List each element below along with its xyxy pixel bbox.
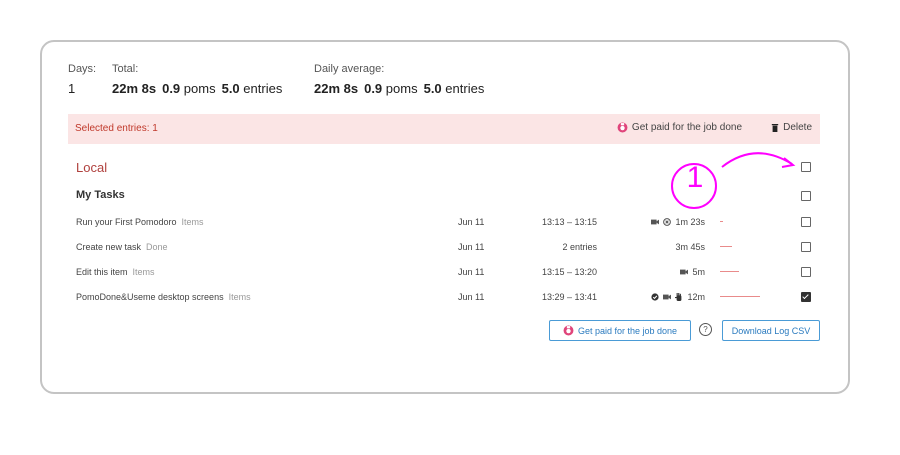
total-poms-unit: poms	[183, 81, 216, 96]
entry-time: 2 entries	[562, 242, 597, 252]
daily-entries-unit: entries	[445, 81, 485, 96]
entry-time: 13:29 – 13:41	[541, 292, 597, 302]
entry-duration: 5m	[692, 267, 705, 277]
progress-bar	[720, 296, 760, 297]
task-tag: Items	[228, 292, 251, 302]
total-label: Total:	[112, 63, 139, 75]
row-checkbox[interactable]	[801, 292, 811, 302]
annotation-number: 1	[686, 161, 704, 194]
download-csv-label: Download Log CSV	[731, 325, 811, 336]
progress-bar	[720, 246, 732, 247]
delete-label: Delete	[783, 122, 812, 133]
help-icon[interactable]: ?	[699, 323, 712, 336]
bar-get-paid-link[interactable]: Get paid for the job done	[617, 122, 742, 133]
total-entries-unit: entries	[243, 81, 283, 96]
task-group-name: My Tasks	[76, 189, 125, 201]
get-paid-button[interactable]: Get paid for the job done	[549, 320, 691, 341]
check-circle-icon	[651, 293, 660, 301]
film-icon	[663, 294, 672, 300]
task-name: PomoDone&Useme desktop screens	[76, 292, 224, 302]
entry-date: Jun 11	[458, 217, 485, 227]
row-checkbox[interactable]	[801, 242, 811, 252]
entry-date: Jun 11	[458, 292, 485, 302]
task-name: Edit this item	[76, 267, 128, 277]
selection-bar: Selected entries: 1 Get paid for the job…	[68, 114, 820, 144]
useme-icon	[563, 325, 574, 336]
row-checkbox[interactable]	[801, 267, 811, 277]
cancel-circle-icon	[663, 218, 672, 226]
table-row[interactable]: Edit this item Items Jun 11 13:15 – 13:20…	[0, 267, 900, 281]
project-name: Local	[76, 160, 108, 175]
entry-date: Jun 11	[458, 267, 485, 277]
entry-time: 13:13 – 13:15	[541, 217, 597, 227]
daily-poms-unit: poms	[385, 81, 418, 96]
total-poms-value: 0.9	[162, 81, 181, 96]
entry-date: Jun 11	[458, 242, 485, 252]
bar-get-paid-label: Get paid for the job done	[631, 122, 742, 133]
daily-entries-value: 5.0	[423, 81, 442, 96]
daily-poms-value: 0.9	[364, 81, 383, 96]
trash-icon	[771, 123, 779, 132]
days-label: Days:	[68, 63, 97, 75]
total-entries-value: 5.0	[221, 81, 240, 96]
get-paid-label: Get paid for the job done	[577, 325, 678, 336]
daily-average-label: Daily average:	[314, 63, 385, 75]
row-checkbox[interactable]	[801, 217, 811, 227]
task-tag: Items	[132, 267, 155, 277]
useme-icon	[617, 122, 628, 133]
entry-duration: 12m	[687, 292, 705, 302]
days-value: 1	[68, 81, 76, 96]
progress-bar	[720, 271, 739, 272]
hand-icon	[675, 293, 682, 301]
entry-duration: 3m 45s	[675, 242, 705, 252]
delete-button[interactable]: Delete	[771, 122, 812, 133]
task-tag: Items	[181, 217, 204, 227]
film-icon	[680, 269, 689, 275]
table-row[interactable]: PomoDone&Useme desktop screens Items Jun …	[0, 292, 900, 306]
selected-entries-text: Selected entries: 1	[75, 123, 158, 134]
task-tag: Done	[146, 242, 168, 252]
task-name: Run your First Pomodoro	[76, 217, 177, 227]
daily-values: 22m 8s 0.9 poms 5.0 entries	[314, 81, 484, 96]
table-row[interactable]: Run your First Pomodoro Items Jun 11 13:1…	[0, 217, 900, 231]
task-name: Create new task	[76, 242, 142, 252]
download-csv-button[interactable]: Download Log CSV	[722, 320, 820, 341]
total-time: 22m 8s	[112, 81, 157, 96]
total-values: 22m 8s 0.9 poms 5.0 entries	[112, 81, 282, 96]
entry-time: 13:15 – 13:20	[541, 267, 597, 277]
table-row[interactable]: Create new task Done Jun 11 2 entries 3m …	[0, 242, 900, 256]
film-icon	[651, 219, 660, 225]
entry-duration: 1m 23s	[675, 217, 705, 227]
progress-bar	[720, 221, 723, 222]
daily-time: 22m 8s	[314, 81, 359, 96]
